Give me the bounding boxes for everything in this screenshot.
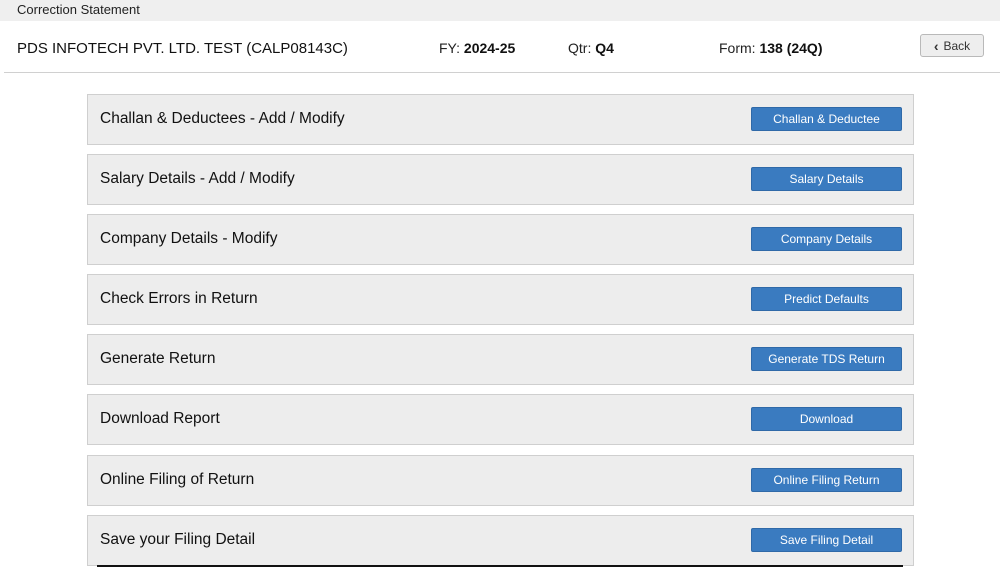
save-filing-detail-button[interactable]: Save Filing Detail	[751, 528, 902, 552]
window-title: Correction Statement	[17, 2, 140, 17]
qtr-label: Qtr:	[568, 40, 592, 56]
row-label: Generate Return	[100, 350, 216, 367]
row-check-errors: Check Errors in Return Predict Defaults	[87, 274, 914, 325]
salary-details-button[interactable]: Salary Details	[751, 167, 902, 191]
generate-tds-return-button[interactable]: Generate TDS Return	[751, 347, 902, 371]
form-number: Form: 138 (24Q)	[719, 40, 823, 56]
row-label: Salary Details - Add / Modify	[100, 170, 295, 187]
qtr-value: Q4	[595, 40, 614, 56]
row-generate-return: Generate Return Generate TDS Return	[87, 334, 914, 385]
statement-header: PDS INFOTECH PVT. LTD. TEST (CALP08143C)…	[4, 21, 1000, 73]
financial-year: FY: 2024-25	[439, 40, 515, 56]
row-challan-deductees: Challan & Deductees - Add / Modify Chall…	[87, 94, 914, 145]
back-label: Back	[943, 38, 971, 53]
row-label: Check Errors in Return	[100, 290, 258, 307]
download-button[interactable]: Download	[751, 407, 902, 431]
row-company-details: Company Details - Modify Company Details	[87, 214, 914, 265]
chevron-left-icon: ‹	[933, 37, 939, 54]
title-bar: Correction Statement	[0, 0, 1000, 21]
challan-deductee-button[interactable]: Challan & Deductee	[751, 107, 902, 131]
row-save-filing-detail: Save your Filing Detail Save Filing Deta…	[87, 515, 914, 566]
row-label: Download Report	[100, 410, 220, 427]
bottom-divider	[97, 565, 903, 567]
back-button[interactable]: ‹ Back	[920, 34, 984, 57]
company-details-button[interactable]: Company Details	[751, 227, 902, 251]
quarter: Qtr: Q4	[568, 40, 614, 56]
fy-label: FY:	[439, 40, 461, 56]
form-label: Form:	[719, 40, 756, 56]
row-salary-details: Salary Details - Add / Modify Salary Det…	[87, 154, 914, 205]
predict-defaults-button[interactable]: Predict Defaults	[751, 287, 902, 311]
row-label: Company Details - Modify	[100, 230, 278, 247]
online-filing-return-button[interactable]: Online Filing Return	[751, 468, 902, 492]
row-label: Online Filing of Return	[100, 471, 255, 488]
row-label: Challan & Deductees - Add / Modify	[100, 110, 345, 127]
fy-value: 2024-25	[463, 40, 516, 56]
company-name: PDS INFOTECH PVT. LTD. TEST (CALP08143C)	[17, 40, 348, 57]
row-download-report: Download Report Download	[87, 394, 914, 445]
row-online-filing: Online Filing of Return Online Filing Re…	[87, 455, 914, 506]
row-label: Save your Filing Detail	[100, 531, 256, 548]
form-value: 138 (24Q)	[759, 40, 823, 56]
